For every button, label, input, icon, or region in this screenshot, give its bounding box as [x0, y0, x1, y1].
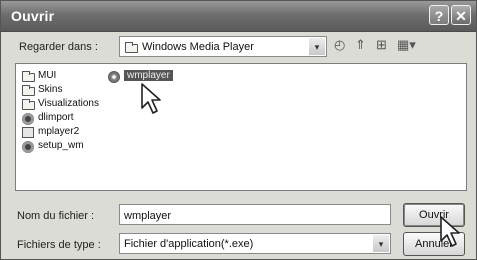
file-name: dlimport — [38, 112, 74, 123]
dialog-title: Ouvrir — [11, 8, 55, 24]
folder-icon — [22, 71, 35, 82]
views-menu-icon[interactable]: ▦▾ — [397, 37, 416, 53]
media-player-icon — [108, 71, 120, 83]
mouse-pointer-icon — [141, 83, 161, 114]
gear-icon — [22, 141, 34, 153]
file-name: MUI — [38, 70, 57, 81]
close-button[interactable]: ✕ — [451, 5, 471, 25]
back-icon[interactable]: ◴ — [334, 37, 345, 53]
filename-input[interactable]: wmplayer — [119, 204, 391, 225]
folder-icon — [22, 85, 35, 96]
filename-value: wmplayer — [124, 210, 172, 222]
filetype-combo[interactable]: Fichier d'application(*.exe) ▾ — [119, 233, 391, 254]
file-name: wmplayer — [124, 70, 173, 81]
file-name: Skins — [38, 84, 63, 95]
file-name: mplayer2 — [38, 126, 80, 137]
open-file-dialog: Ouvrir ? ✕ Regarder dans : Windows Media… — [0, 0, 477, 260]
title-bar: Ouvrir ? ✕ — [1, 1, 476, 32]
up-folder-icon[interactable]: ⇑ — [355, 37, 366, 53]
file-name: setup_wm — [38, 140, 84, 151]
lookin-label: Regarder dans : — [19, 41, 98, 53]
folder-icon — [22, 99, 35, 110]
file-list[interactable]: MUI Skins Visualizations dlimport mplaye… — [15, 63, 467, 191]
chevron-down-icon[interactable]: ▾ — [309, 38, 325, 55]
gear-icon — [22, 113, 34, 125]
new-folder-icon[interactable]: ⊞ — [376, 37, 387, 53]
application-icon — [22, 127, 34, 138]
lookin-combo[interactable]: Windows Media Player ▾ — [119, 36, 327, 57]
file-name: Visualizations — [38, 98, 99, 109]
filetype-label: Fichiers de type : — [17, 239, 101, 251]
help-button[interactable]: ? — [429, 5, 449, 25]
mouse-pointer-icon — [440, 216, 460, 247]
filename-label: Nom du fichier : — [17, 210, 95, 222]
folder-icon — [125, 42, 138, 53]
filetype-value: Fichier d'application(*.exe) — [124, 238, 254, 250]
chevron-down-icon[interactable]: ▾ — [373, 235, 389, 252]
lookin-value: Windows Media Player — [142, 41, 254, 53]
